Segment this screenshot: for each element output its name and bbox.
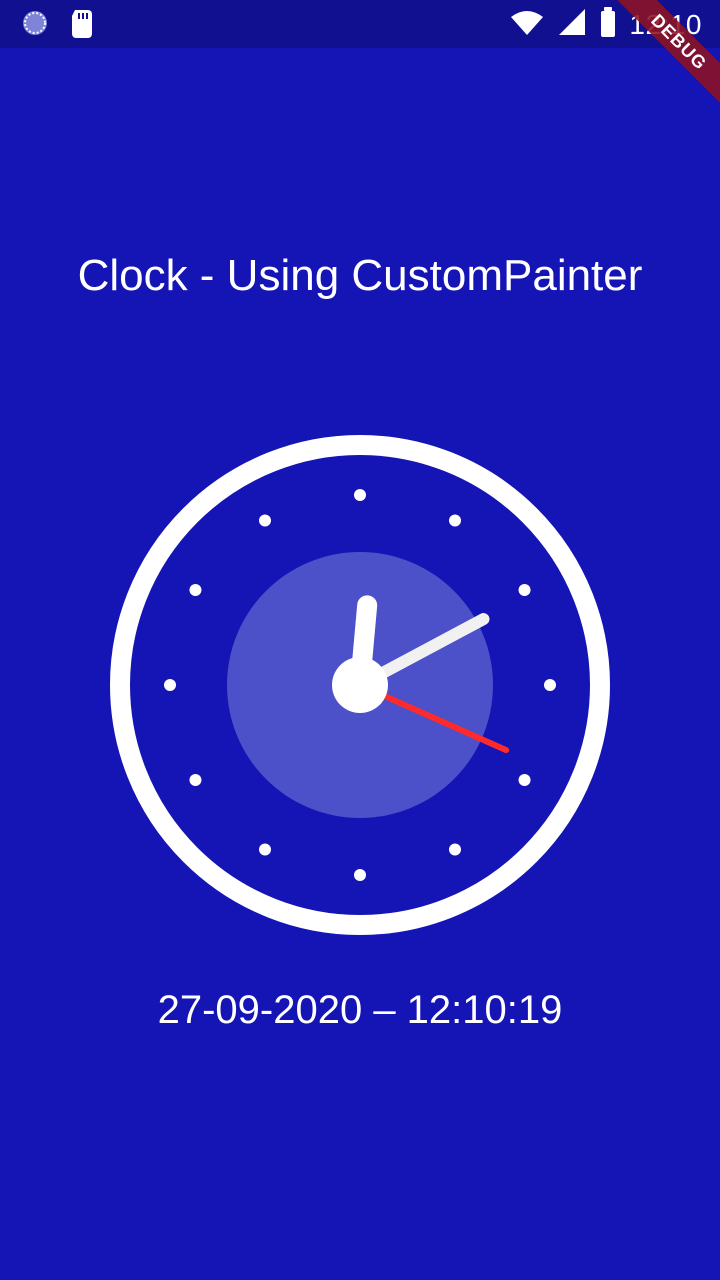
status-left-icons bbox=[20, 8, 94, 43]
sd-card-icon bbox=[70, 8, 94, 43]
clock-svg bbox=[110, 435, 610, 935]
analog-clock bbox=[110, 435, 610, 935]
clock-tick-dot bbox=[259, 514, 271, 527]
clock-tick-dot bbox=[259, 843, 271, 856]
clock-tick-dot bbox=[354, 489, 366, 501]
clock-tick-dot bbox=[544, 679, 556, 691]
clock-tick-dot bbox=[354, 869, 366, 881]
page-title: Clock - Using CustomPainter bbox=[77, 251, 643, 300]
signal-icon bbox=[557, 7, 587, 42]
battery-icon bbox=[599, 6, 617, 43]
clock-tick-dot bbox=[189, 584, 202, 596]
status-bar: 12:10 DEBUG bbox=[0, 0, 720, 105]
clock-tick-dot bbox=[449, 514, 461, 527]
clock-tick-dot bbox=[518, 584, 531, 596]
date-time-readout: 27-09-2020 – 12:10:19 bbox=[157, 988, 563, 1032]
clock-tick-dot bbox=[449, 843, 461, 856]
clock-tick-dot bbox=[518, 774, 531, 786]
sync-icon bbox=[20, 8, 50, 43]
clock-tick-dot bbox=[164, 679, 176, 691]
wifi-icon bbox=[509, 7, 545, 42]
app-screen: 12:10 DEBUG Clock - Using CustomPainter … bbox=[0, 0, 720, 1280]
clock-tick-dot bbox=[189, 774, 202, 786]
clock-center-cap bbox=[332, 657, 388, 713]
